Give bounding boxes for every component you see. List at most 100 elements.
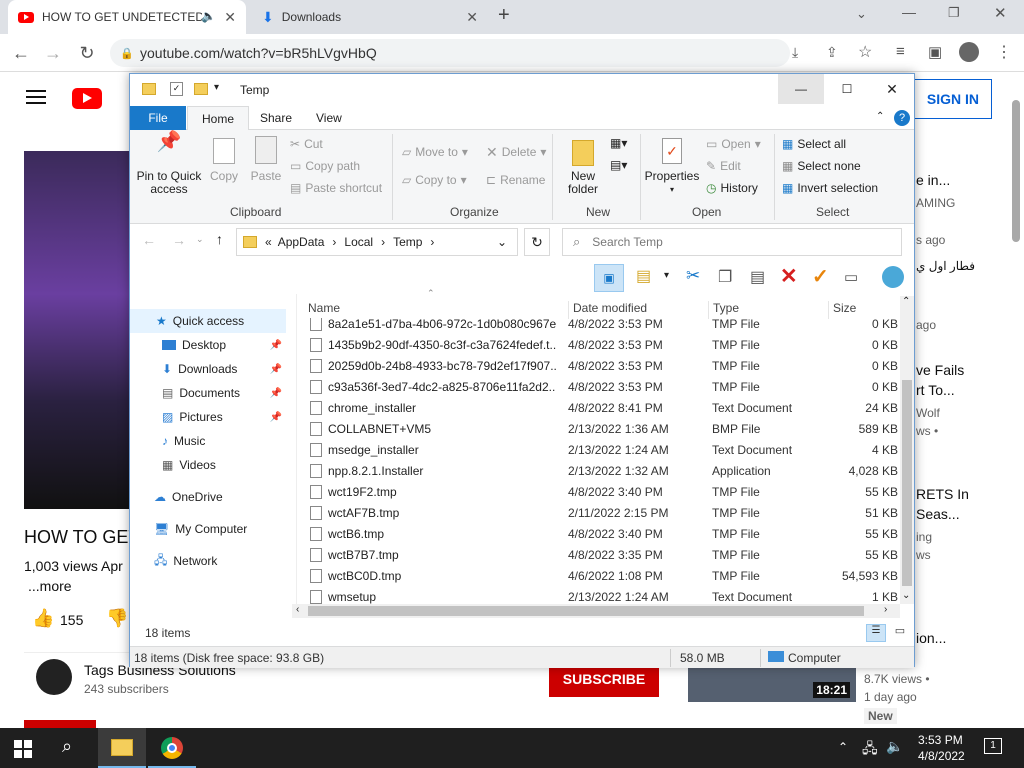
- paste-button[interactable]: Paste: [248, 136, 284, 183]
- file-row[interactable]: wctB6.tmp 4/8/2022 3:40 PM TMP File 55 KB: [302, 524, 898, 545]
- open-button[interactable]: ▭ Open ▾: [706, 134, 761, 154]
- column-type[interactable]: Type: [708, 301, 739, 319]
- layout-dropdown-icon[interactable]: ▾: [664, 270, 669, 281]
- paste-icon[interactable]: ▤: [750, 267, 765, 287]
- scroll-down-icon[interactable]: ⌄: [902, 590, 910, 601]
- large-icons-view-icon[interactable]: ▭: [890, 624, 910, 642]
- new-tab-button[interactable]: +: [498, 4, 510, 27]
- move-to-button[interactable]: ▱ Move to ▾: [402, 142, 468, 162]
- minimize-button[interactable]: —: [778, 74, 824, 104]
- channel-avatar[interactable]: [36, 659, 72, 695]
- file-row[interactable]: wctB7B7.tmp 4/8/2022 3:35 PM TMP File 55 KB: [302, 545, 898, 566]
- scroll-left-icon[interactable]: ‹: [296, 604, 299, 615]
- scroll-right-icon[interactable]: ›: [884, 604, 887, 615]
- edit-button[interactable]: ✎ Edit: [706, 156, 741, 176]
- scroll-up-icon[interactable]: ⌃: [902, 296, 910, 307]
- maximize-button[interactable]: ☐: [824, 74, 870, 104]
- tab-youtube[interactable]: HOW TO GET UNDETECTED 🔈 ✕: [8, 0, 246, 34]
- nav-music[interactable]: ♪ Music: [130, 429, 286, 453]
- clock-date[interactable]: 4/8/2022: [918, 749, 965, 763]
- column-name[interactable]: Name: [308, 301, 340, 315]
- new-folder-quick-icon[interactable]: [194, 83, 208, 95]
- profile-avatar[interactable]: [959, 42, 979, 62]
- tab-search-icon[interactable]: ⌄: [856, 6, 867, 22]
- back-arrow-icon[interactable]: ←: [142, 232, 156, 248]
- tab-share[interactable]: Share: [246, 106, 306, 130]
- chrome-menu-icon[interactable]: ⋮: [996, 42, 1012, 62]
- customize-toolbar-icon[interactable]: ▾: [214, 82, 219, 93]
- network-icon[interactable]: 🖧: [862, 738, 878, 762]
- history-button[interactable]: ◷ History: [706, 178, 758, 198]
- address-path[interactable]: « AppData › Local › Temp › ⌄: [236, 228, 518, 256]
- delete-button[interactable]: ✕ Delete ▾: [486, 142, 546, 162]
- new-item-icon[interactable]: ▦▾: [610, 136, 627, 150]
- media-control-icon[interactable]: ≡: [896, 43, 905, 60]
- refresh-icon[interactable]: ↻: [524, 228, 550, 256]
- speaker-icon[interactable]: 🔈: [201, 9, 216, 23]
- close-tab-icon[interactable]: ✕: [466, 9, 478, 26]
- close-window-icon[interactable]: ✕: [994, 4, 1007, 22]
- search-input[interactable]: ⌕ Search Temp: [562, 228, 902, 256]
- breadcrumb-local[interactable]: Local: [344, 235, 373, 249]
- file-row[interactable]: chrome_installer 4/8/2022 8:41 PM Text Doc…: [302, 398, 898, 419]
- url-input[interactable]: 🔒 youtube.com/watch?v=bR5hLVgvHbQ: [110, 39, 790, 67]
- reload-icon[interactable]: ↻: [74, 40, 100, 66]
- nav-documents[interactable]: ▤ Documents 📌: [130, 381, 286, 405]
- new-folder-button[interactable]: New folder: [560, 136, 606, 196]
- restore-icon[interactable]: ❐: [948, 5, 960, 21]
- paste-shortcut-button[interactable]: ▤ Paste shortcut: [290, 178, 382, 198]
- nav-desktop[interactable]: Desktop 📌: [130, 333, 286, 357]
- nav-downloads[interactable]: ⬇ Downloads 📌: [130, 357, 286, 381]
- copy-icon[interactable]: ❐: [718, 267, 732, 287]
- collapse-ribbon-icon[interactable]: ⌃: [876, 111, 884, 122]
- breadcrumb-temp[interactable]: Temp: [393, 235, 422, 249]
- file-row[interactable]: msedge_installer 2/13/2022 1:24 AM Text Do…: [302, 440, 898, 461]
- minimize-icon[interactable]: —: [902, 4, 916, 20]
- file-row[interactable]: 20259d0b-24b8-4933-bc78-79d2ef17f907....…: [302, 356, 898, 377]
- forward-icon[interactable]: →: [40, 40, 66, 66]
- scroll-thumb[interactable]: [902, 380, 912, 586]
- file-row[interactable]: COLLABNET+VM5 2/13/2022 1:36 AM BMP File 58…: [302, 419, 898, 440]
- windows-start-icon[interactable]: [14, 740, 32, 758]
- invert-selection-button[interactable]: ▦ Invert selection: [782, 178, 878, 198]
- install-icon[interactable]: ⤓: [792, 44, 798, 61]
- nav-network[interactable]: 🖧 Network: [130, 549, 286, 573]
- path-dropdown-icon[interactable]: ⌄: [497, 235, 507, 249]
- more-link[interactable]: ...more: [28, 578, 72, 594]
- easy-access-icon[interactable]: ▤▾: [610, 158, 627, 172]
- chrome-taskbar-icon[interactable]: [148, 728, 196, 768]
- volume-icon[interactable]: 🔈: [886, 738, 903, 755]
- copy-button[interactable]: Copy: [206, 136, 242, 183]
- breadcrumb-appdata[interactable]: AppData: [278, 235, 325, 249]
- browser-scrollbar[interactable]: [1012, 100, 1020, 242]
- side-panel-icon[interactable]: ▣: [928, 43, 942, 61]
- sidebar-thumbnail[interactable]: 18:21: [688, 666, 856, 702]
- scroll-thumb[interactable]: [308, 606, 864, 616]
- quick-properties-icon[interactable]: ✓: [170, 82, 183, 96]
- layout-icon[interactable]: ▤: [636, 266, 651, 286]
- dislike-icon[interactable]: 👎: [106, 608, 128, 629]
- nav-onedrive[interactable]: ☁ OneDrive: [130, 485, 286, 509]
- globe-icon[interactable]: [882, 266, 904, 288]
- tab-view[interactable]: View: [302, 106, 356, 130]
- help-icon[interactable]: ?: [894, 110, 910, 126]
- tab-downloads[interactable]: ⬇ Downloads ✕: [252, 0, 488, 34]
- column-date[interactable]: Date modified: [568, 301, 647, 319]
- clock-time[interactable]: 3:53 PM: [918, 733, 963, 747]
- copy-path-button[interactable]: ▭ Copy path: [290, 156, 360, 176]
- preview-pane-icon[interactable]: ▣: [594, 264, 624, 292]
- like-icon[interactable]: 👍: [32, 608, 54, 629]
- back-icon[interactable]: ←: [8, 40, 34, 66]
- nav-videos[interactable]: ▦ Videos: [130, 453, 286, 477]
- close-button[interactable]: ✕: [870, 74, 914, 104]
- file-row[interactable]: 8a2a1e51-d7ba-4b06-972c-1d0b080c967e... 4…: [302, 318, 898, 335]
- file-row[interactable]: wct19F2.tmp 4/8/2022 3:40 PM TMP File 55 KB: [302, 482, 898, 503]
- forward-arrow-icon[interactable]: →: [172, 232, 186, 248]
- checkmark-icon[interactable]: ✓: [812, 264, 829, 289]
- share-icon[interactable]: ⇪: [826, 44, 838, 61]
- hamburger-menu-icon[interactable]: [26, 90, 46, 104]
- scissors-icon[interactable]: ✂: [686, 266, 700, 286]
- tab-file[interactable]: File: [130, 106, 186, 130]
- recent-locations-icon[interactable]: ⌄: [196, 234, 204, 245]
- tab-home[interactable]: Home: [187, 106, 250, 131]
